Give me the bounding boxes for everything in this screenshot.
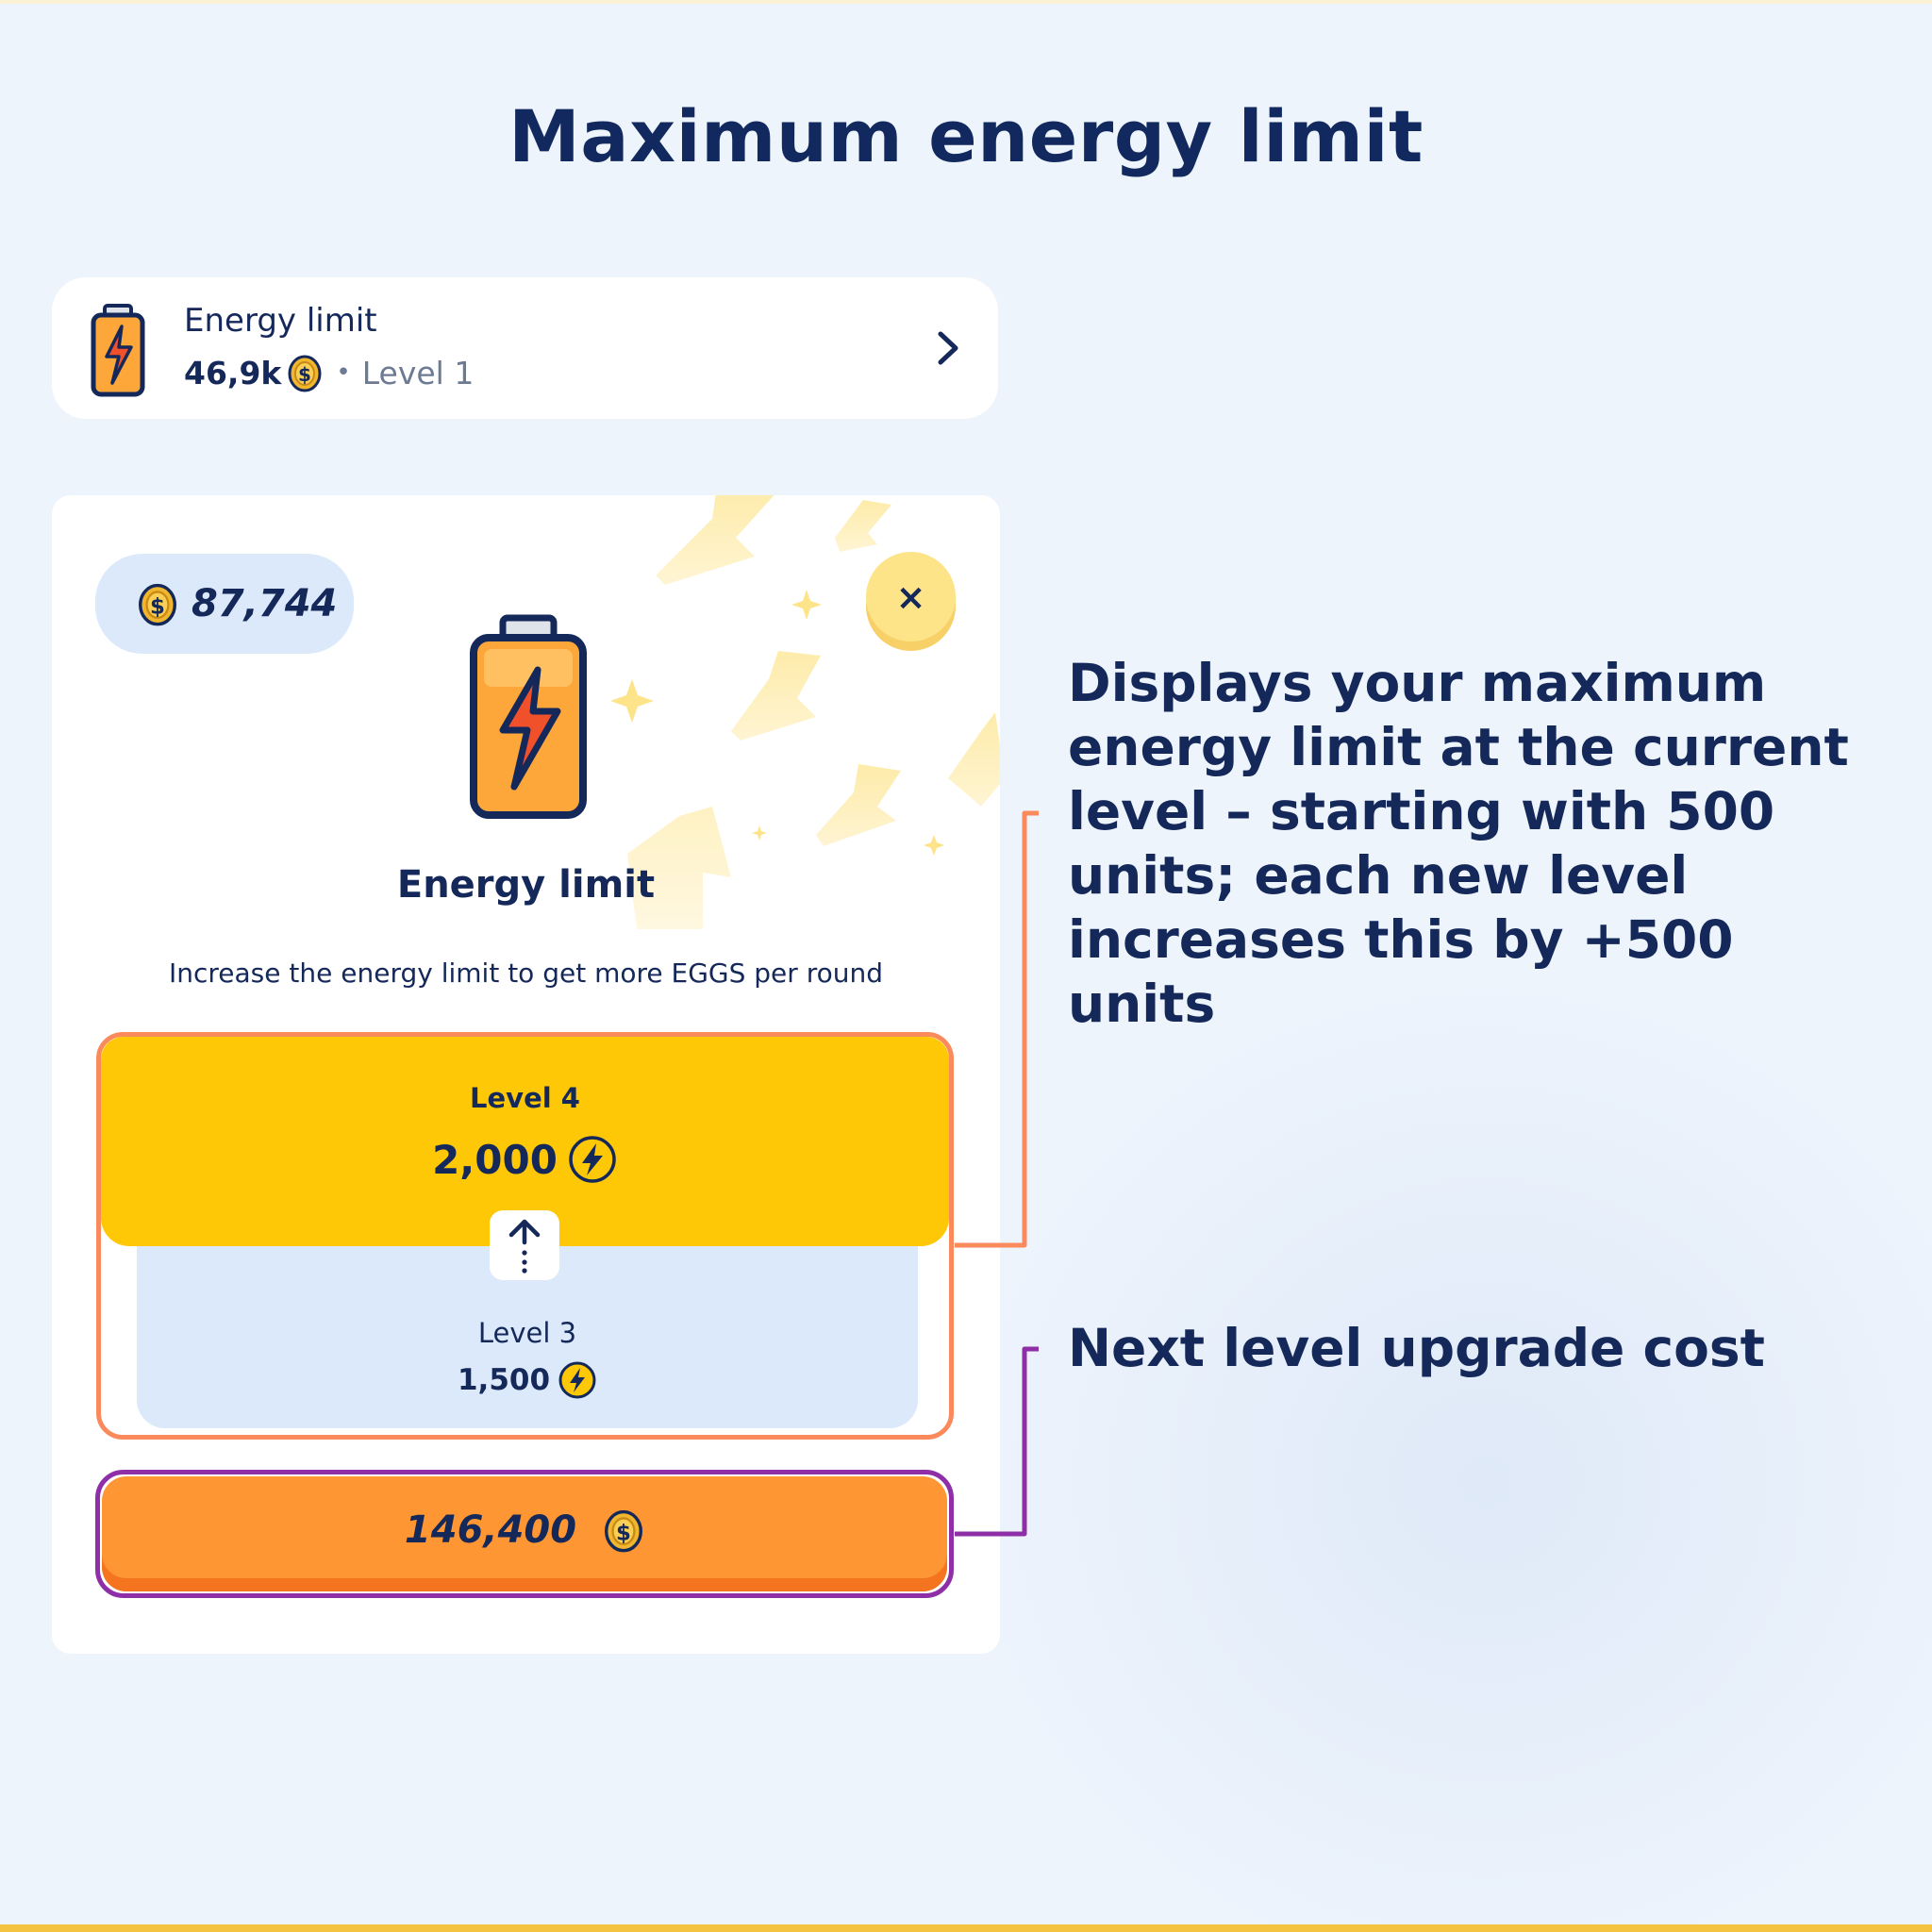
next-level-label: Level 4 — [470, 1082, 580, 1114]
next-level-energy: 2,000 — [432, 1136, 558, 1183]
svg-text:$: $ — [616, 1521, 631, 1545]
coin-icon: $ — [139, 583, 176, 626]
balance-pill: $ 87,744 — [95, 554, 354, 654]
level-up-arrow — [490, 1210, 559, 1280]
svg-text:$: $ — [150, 594, 165, 619]
close-button[interactable]: × — [866, 552, 956, 641]
top-border — [0, 0, 1932, 4]
current-level-label: Level 3 — [477, 1317, 577, 1349]
energy-limit-annotation: Displays your maximum energy limit at th… — [1068, 653, 1849, 1034]
energy-limit-row[interactable]: Energy limit 46,9k $ • Level 1 — [52, 277, 998, 419]
current-level-value: 1,500 — [137, 1357, 918, 1404]
cost-annotation: Next level upgrade cost — [1068, 1318, 1765, 1378]
row-separator: • — [336, 358, 351, 387]
row-level: Level 1 — [361, 354, 475, 391]
chevron-right-icon[interactable] — [924, 325, 972, 372]
upgrade-cost: 146,400 — [404, 1508, 577, 1552]
bottom-border — [0, 1924, 1932, 1932]
coin-icon: $ — [288, 355, 322, 392]
arrow-up-icon — [508, 1219, 541, 1274]
row-title: Energy limit — [184, 302, 377, 340]
modal-title: Energy limit — [396, 863, 656, 907]
background-glow — [943, 962, 1932, 1932]
energy-bolt-icon — [558, 1361, 596, 1399]
close-icon: × — [895, 575, 926, 618]
svg-text:$: $ — [298, 363, 311, 386]
upgrade-cost-highlight: 146,400 $ — [95, 1470, 954, 1598]
upgrade-button[interactable]: 146,400 $ — [102, 1476, 947, 1591]
current-level-energy: 1,500 — [457, 1363, 551, 1397]
modal-description: Increase the energy limit to get more EG… — [169, 958, 883, 989]
page-title: Maximum energy limit — [508, 94, 1424, 178]
energy-bolt-icon — [569, 1136, 616, 1183]
row-price: 46,9k — [184, 354, 282, 391]
row-subtitle: 46,9k $ • Level 1 — [184, 351, 474, 394]
level-comparison: Level 3 1,500 Level 4 2,000 — [96, 1032, 954, 1440]
balance-value: 87,744 — [192, 582, 338, 625]
battery-icon — [91, 304, 145, 397]
next-level-value: 2,000 — [101, 1131, 949, 1188]
battery-icon — [470, 614, 587, 819]
coin-icon: $ — [605, 1509, 643, 1553]
